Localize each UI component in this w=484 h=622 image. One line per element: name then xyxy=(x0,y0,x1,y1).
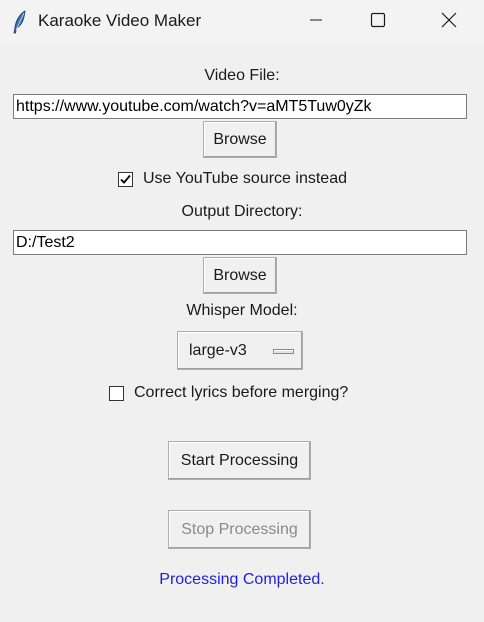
video-file-label: Video File: xyxy=(204,67,280,84)
close-icon xyxy=(441,12,457,33)
whisper-model-value: large-v3 xyxy=(189,342,247,359)
correct-lyrics-checkbox[interactable]: Correct lyrics before merging? xyxy=(109,382,348,404)
video-browse-button[interactable]: Browse xyxy=(203,121,277,158)
title-bar[interactable]: Karaoke Video Maker xyxy=(0,0,484,44)
status-text: Processing Completed. xyxy=(159,571,325,588)
close-button[interactable] xyxy=(426,0,472,44)
youtube-checkbox-box[interactable] xyxy=(118,171,133,187)
youtube-source-label: Use YouTube source instead xyxy=(143,170,347,187)
minimize-button[interactable] xyxy=(293,0,339,44)
correct-lyrics-label: Correct lyrics before merging? xyxy=(134,384,349,401)
maximize-icon xyxy=(370,12,386,33)
checkmark-icon xyxy=(120,174,131,184)
output-directory-label: Output Directory: xyxy=(181,203,303,220)
dropdown-indicator-icon xyxy=(273,349,294,354)
whisper-model-label: Whisper Model: xyxy=(186,302,298,319)
stop-processing-button[interactable]: Stop Processing xyxy=(168,510,311,549)
start-processing-button[interactable]: Start Processing xyxy=(168,441,311,480)
youtube-source-checkbox[interactable]: Use YouTube source instead xyxy=(118,168,347,190)
feather-icon xyxy=(12,10,28,34)
whisper-model-select[interactable]: large-v3 xyxy=(177,331,303,370)
correct-lyrics-checkbox-box[interactable] xyxy=(109,385,124,401)
output-directory-input[interactable]: D:/Test2 xyxy=(13,230,467,255)
video-file-input[interactable]: https://www.youtube.com/watch?v=aMT5Tuw0… xyxy=(13,94,467,119)
window-title: Karaoke Video Maker xyxy=(38,11,202,30)
app-window: Karaoke Video Maker Video File: https://… xyxy=(0,0,484,622)
minimize-icon xyxy=(309,13,323,32)
maximize-button[interactable] xyxy=(355,0,401,44)
output-browse-button[interactable]: Browse xyxy=(203,257,277,294)
